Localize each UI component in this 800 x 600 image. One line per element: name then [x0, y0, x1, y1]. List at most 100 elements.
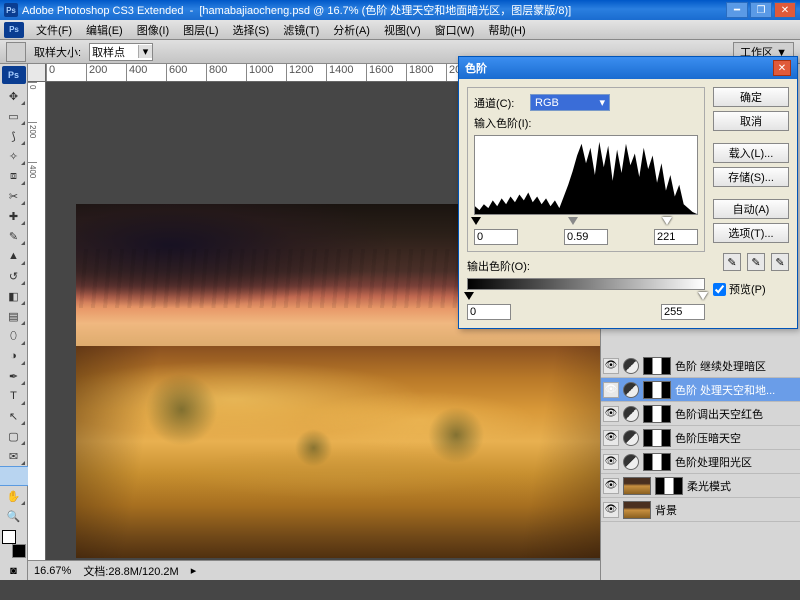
input-black-field[interactable]	[474, 229, 518, 245]
visibility-toggle[interactable]: 👁	[603, 478, 619, 494]
menu-analysis[interactable]: 分析(A)	[327, 20, 376, 40]
auto-button[interactable]: 自动(A)	[713, 199, 789, 219]
layer-thumbnail[interactable]	[623, 477, 651, 495]
visibility-toggle[interactable]: 👁	[603, 430, 619, 446]
black-eyedropper[interactable]: ✎	[723, 253, 741, 271]
heal-tool[interactable]: ✚	[2, 206, 26, 226]
ruler-origin[interactable]	[28, 64, 46, 82]
move-tool[interactable]: ✥	[2, 86, 26, 106]
save-button[interactable]: 存储(S)...	[713, 167, 789, 187]
input-white-field[interactable]	[654, 229, 698, 245]
maximize-button[interactable]: ❐	[750, 2, 772, 18]
options-button[interactable]: 选项(T)...	[713, 223, 789, 243]
layer-row[interactable]: 👁 色阶调出天空红色	[601, 402, 800, 426]
layer-name[interactable]: 背景	[655, 502, 798, 518]
doc-size-readout[interactable]: 文档:28.8M/120.2M	[83, 563, 178, 579]
dialog-titlebar[interactable]: 色阶 ✕	[459, 57, 797, 79]
hand-tool[interactable]: ✋	[2, 486, 26, 506]
channel-select[interactable]: RGB▾	[530, 94, 610, 111]
visibility-toggle[interactable]: 👁	[603, 502, 619, 518]
output-white-field[interactable]	[661, 304, 705, 320]
visibility-toggle[interactable]: 👁	[603, 406, 619, 422]
mask-thumbnail[interactable]	[643, 429, 671, 447]
gamma-slider[interactable]	[568, 217, 578, 225]
output-gradient[interactable]	[467, 278, 705, 290]
layer-name[interactable]: 色阶 继续处理暗区	[675, 358, 798, 374]
layer-row[interactable]: 👁 色阶处理阳光区	[601, 450, 800, 474]
preview-checkbox[interactable]: 预览(P)	[713, 281, 789, 297]
menu-filter[interactable]: 滤镜(T)	[277, 20, 325, 40]
histogram[interactable]	[474, 135, 698, 215]
output-white-slider[interactable]	[698, 292, 708, 300]
ps-menu-icon[interactable]: Ps	[4, 22, 24, 38]
ruler-vertical[interactable]: 0200400	[28, 82, 46, 580]
ok-button[interactable]: 确定	[713, 87, 789, 107]
brush-tool[interactable]: ✎	[2, 226, 26, 246]
layer-name[interactable]: 色阶处理阳光区	[675, 454, 798, 470]
layer-row[interactable]: 👁 背景	[601, 498, 800, 522]
layer-row[interactable]: 👁 色阶 继续处理暗区	[601, 354, 800, 378]
mask-thumbnail[interactable]	[643, 357, 671, 375]
history-brush-tool[interactable]: ↺	[2, 266, 26, 286]
layer-name[interactable]: 色阶调出天空红色	[675, 406, 798, 422]
wand-tool[interactable]: ✧	[2, 146, 26, 166]
slice-tool[interactable]: ✂	[2, 186, 26, 206]
black-point-slider[interactable]	[471, 217, 481, 225]
output-slider-track[interactable]	[467, 292, 705, 302]
eraser-tool[interactable]: ◧	[2, 286, 26, 306]
mask-thumbnail[interactable]	[643, 381, 671, 399]
mask-thumbnail[interactable]	[643, 453, 671, 471]
sample-size-combo[interactable]: ▾	[89, 43, 153, 61]
output-black-slider[interactable]	[464, 292, 474, 300]
layer-name[interactable]: 色阶压暗天空	[675, 430, 798, 446]
stamp-tool[interactable]: ▲	[2, 246, 26, 266]
menu-view[interactable]: 视图(V)	[378, 20, 427, 40]
pen-tool[interactable]: ✒	[2, 366, 26, 386]
marquee-tool[interactable]: ▭	[2, 106, 26, 126]
menu-layer[interactable]: 图层(L)	[177, 20, 224, 40]
crop-tool[interactable]: ⧈	[2, 166, 26, 186]
white-point-slider[interactable]	[662, 217, 672, 225]
notes-tool[interactable]: ✉	[2, 446, 26, 466]
mask-thumbnail[interactable]	[643, 405, 671, 423]
menu-edit[interactable]: 编辑(E)	[80, 20, 129, 40]
gradient-tool[interactable]: ▤	[2, 306, 26, 326]
visibility-toggle[interactable]: 👁	[603, 454, 619, 470]
menu-window[interactable]: 窗口(W)	[429, 20, 481, 40]
menu-select[interactable]: 选择(S)	[227, 20, 276, 40]
blur-tool[interactable]: ⬯	[2, 326, 26, 346]
dodge-tool[interactable]: ◑	[2, 346, 26, 366]
type-tool[interactable]: T	[2, 386, 26, 406]
layer-row[interactable]: 👁 色阶压暗天空	[601, 426, 800, 450]
layer-thumbnail[interactable]	[623, 501, 651, 519]
zoom-readout[interactable]: 16.67%	[34, 565, 71, 577]
foreground-swatch[interactable]	[2, 530, 16, 544]
menu-image[interactable]: 图像(I)	[131, 20, 175, 40]
status-menu-arrow[interactable]: ▸	[191, 564, 197, 577]
menu-file[interactable]: 文件(F)	[30, 20, 78, 40]
toolbox-header-icon[interactable]: Ps	[2, 66, 26, 84]
load-button[interactable]: 载入(L)...	[713, 143, 789, 163]
quickmask-toggle[interactable]: ◙	[2, 562, 26, 580]
zoom-tool[interactable]: 🔍	[2, 506, 26, 526]
dialog-close-button[interactable]: ✕	[773, 60, 791, 76]
mask-thumbnail[interactable]	[655, 477, 683, 495]
background-swatch[interactable]	[12, 544, 26, 558]
layer-row[interactable]: 👁 柔光模式	[601, 474, 800, 498]
input-gamma-field[interactable]	[564, 229, 608, 245]
layer-row[interactable]: 👁 色阶 处理天空和地...	[601, 378, 800, 402]
menu-help[interactable]: 帮助(H)	[482, 20, 531, 40]
visibility-toggle[interactable]: 👁	[603, 382, 619, 398]
visibility-toggle[interactable]: 👁	[603, 358, 619, 374]
lasso-tool[interactable]: ⟆	[2, 126, 26, 146]
color-swatches[interactable]	[2, 530, 26, 558]
path-tool[interactable]: ↖	[2, 406, 26, 426]
white-eyedropper[interactable]: ✎	[771, 253, 789, 271]
layer-name[interactable]: 柔光模式	[687, 478, 798, 494]
layer-name[interactable]: 色阶 处理天空和地...	[675, 382, 798, 398]
output-black-field[interactable]	[467, 304, 511, 320]
cancel-button[interactable]: 取消	[713, 111, 789, 131]
gray-eyedropper[interactable]: ✎	[747, 253, 765, 271]
input-slider-track[interactable]	[474, 217, 698, 227]
current-tool-preset[interactable]	[6, 42, 26, 62]
